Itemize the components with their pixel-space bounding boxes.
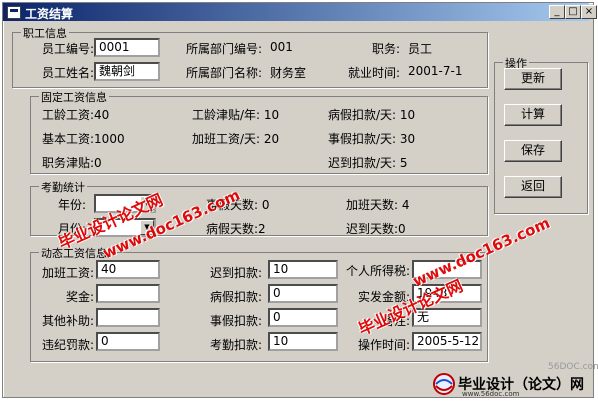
overtime-label: 加班工资: — [42, 266, 95, 280]
hire-date-value: 2001-7-1 — [408, 64, 463, 78]
window-title: 工资结算 — [25, 7, 74, 21]
other-allowance-field[interactable] — [96, 308, 160, 327]
year-label: 年份: — [58, 198, 87, 212]
employee-id-label: 员工编号: — [42, 42, 95, 56]
late-deduct-rate: 迟到扣款/天: 5 — [328, 156, 408, 170]
fixed-group-label: 固定工资信息 — [39, 89, 109, 105]
dept-id-label: 所属部门编号: — [186, 42, 263, 56]
position-label: 职务: — [372, 42, 401, 56]
update-button[interactable]: 更新 — [504, 68, 562, 90]
calculate-button[interactable]: 计算 — [504, 104, 562, 126]
operation-time-field[interactable]: 2005-5-12 — [412, 332, 482, 351]
leave-deduct-rate: 事假扣款/天: 30 — [328, 132, 416, 146]
hire-date-label: 就业时间: — [348, 66, 401, 80]
overtime-pay-rate: 加班工资/天: 20 — [192, 132, 280, 146]
sick-deduct-label: 病假扣款: — [210, 290, 263, 304]
penalty-field[interactable]: 0 — [96, 332, 160, 351]
leave-deduct-label: 事假扣款: — [210, 314, 263, 328]
overtime-field[interactable]: 40 — [96, 260, 160, 279]
sick-deduct-field[interactable]: 0 — [268, 284, 338, 303]
sick-deduct-rate: 病假扣款/天: 10 — [328, 108, 416, 122]
position-value: 员工 — [408, 42, 433, 56]
attendance-group-label: 考勤统计 — [39, 179, 87, 195]
minimize-button[interactable]: _ — [549, 5, 565, 19]
other-allowance-label: 其他补助: — [42, 314, 95, 328]
employee-id-field[interactable]: 0001 — [94, 38, 160, 57]
maximize-button[interactable]: □ — [565, 5, 581, 19]
sick-days: 病假天数:2 — [206, 222, 266, 236]
tax-label: 个人所得税: — [346, 264, 411, 278]
back-button[interactable]: 返回 — [504, 176, 562, 198]
leave-deduct-field[interactable]: 0 — [268, 308, 338, 327]
globe-icon — [433, 373, 455, 395]
late-deduct-field[interactable]: 10 — [268, 260, 338, 279]
seniority-pay: 工龄工资:40 — [42, 108, 110, 122]
attendance-deduct-field[interactable]: 10 — [268, 332, 338, 351]
dept-name-value: 财务室 — [270, 66, 307, 80]
corner-site-text: 56DOC.com — [548, 362, 598, 372]
position-subsidy: 职务津贴:0 — [42, 156, 102, 170]
late-deduct-label: 迟到扣款: — [210, 266, 263, 280]
penalty-label: 违纪罚款: — [42, 338, 95, 352]
dept-name-label: 所属部门名称: — [186, 66, 263, 80]
late-days: 迟到天数:0 — [346, 222, 406, 236]
base-pay: 基本工资:1000 — [42, 132, 125, 146]
save-button[interactable]: 保存 — [504, 140, 562, 162]
bonus-field[interactable] — [96, 284, 160, 303]
footer-logo: 毕业设计（论文）网 www.56doc.com — [432, 372, 592, 398]
bonus-label: 奖金: — [66, 290, 95, 304]
employee-group-label: 职工信息 — [21, 25, 69, 41]
close-button[interactable]: × — [581, 5, 597, 19]
attendance-deduct-label: 考勤扣款: — [210, 338, 263, 352]
app-icon — [7, 6, 21, 19]
dept-id-value: 001 — [270, 40, 293, 54]
title-bar[interactable]: 工资结算 _ □ × — [3, 3, 597, 21]
overtime-days: 加班天数: 4 — [346, 198, 410, 212]
footer-logo-url: www.56doc.com — [462, 390, 520, 398]
employee-name-label: 员工姓名: — [42, 66, 95, 80]
seniority-subsidy: 工龄津贴/年: 10 — [192, 108, 280, 122]
employee-name-field[interactable]: 魏朝剑 — [94, 62, 160, 81]
